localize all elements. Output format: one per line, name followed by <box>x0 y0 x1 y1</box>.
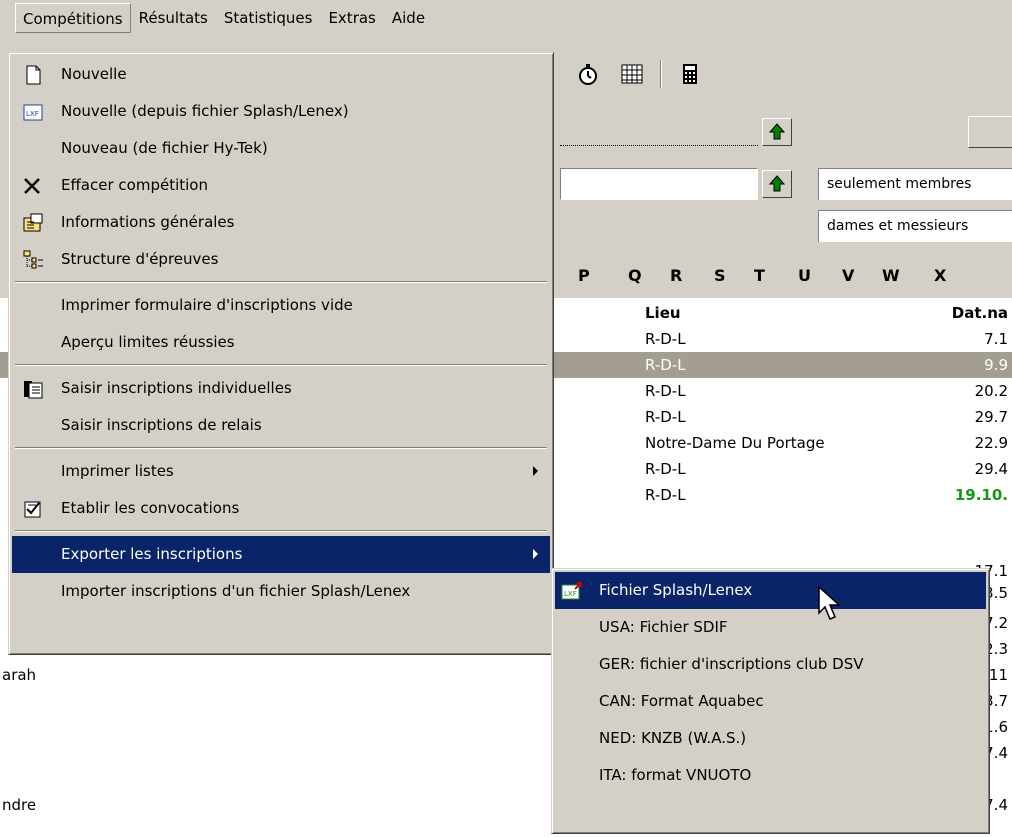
menu-item-informations[interactable]: Informations générales <box>12 204 550 241</box>
filter-up-button[interactable] <box>762 118 792 146</box>
gender-combo[interactable]: dames et messieurs <box>818 210 1012 242</box>
col-letter[interactable]: Q <box>628 266 642 285</box>
submenu-item-can-aquabec[interactable]: CAN: Format Aquabec <box>555 683 986 720</box>
menu-separator <box>12 444 550 453</box>
header-date: Dat.na <box>951 304 1008 322</box>
menubar: Compétitions Résultats Statistiques Extr… <box>0 0 1012 36</box>
col-letter[interactable]: P <box>578 266 590 285</box>
menu-aide[interactable]: Aide <box>384 3 433 33</box>
submenu-item-ned-knzb[interactable]: NED: KNZB (W.A.S.) <box>555 720 986 757</box>
submenu-item-ita-vnuoto[interactable]: ITA: format VNUOTO <box>555 757 986 794</box>
export-submenu: LXF Fichier Splash/Lenex USA: Fichier SD… <box>551 568 990 834</box>
menu-item-exporter-inscriptions[interactable]: Exporter les inscriptions <box>12 536 550 573</box>
checklist-icon <box>24 501 41 518</box>
menu-separator <box>12 361 550 370</box>
menu-item-convocations[interactable]: Etablir les convocations <box>12 490 550 527</box>
menu-item-imprimer-formulaire[interactable]: Imprimer formulaire d'inscriptions vide <box>12 287 550 324</box>
col-letter[interactable]: T <box>754 266 765 285</box>
name-filter-field[interactable] <box>560 126 758 146</box>
toolbar <box>560 54 1012 94</box>
menu-item-nouvelle-lenex[interactable]: LXF Nouvelle (depuis fichier Splash/Lene… <box>12 93 550 130</box>
col-letter[interactable]: U <box>798 266 811 285</box>
menu-separator <box>12 527 550 536</box>
submenu-item-ger-dsv[interactable]: GER: fichier d'inscriptions club DSV <box>555 646 986 683</box>
lenex-export-icon: LXF <box>561 582 582 600</box>
svg-text:LXF: LXF <box>564 590 577 598</box>
menu-competitions[interactable]: Compétitions <box>15 3 131 33</box>
submenu-item-splash-lenex[interactable]: LXF Fichier Splash/Lenex <box>555 572 986 609</box>
members-combo[interactable]: seulement membres <box>818 168 1012 200</box>
submenu-arrow-icon <box>533 549 538 559</box>
menu-extras[interactable]: Extras <box>320 3 383 33</box>
menu-item-effacer[interactable]: Effacer compétition <box>12 167 550 204</box>
submenu-item-usa-sdif[interactable]: USA: Fichier SDIF <box>555 609 986 646</box>
submenu-arrow-icon <box>533 466 538 476</box>
new-doc-icon <box>26 65 41 85</box>
club-up-button[interactable] <box>762 170 792 198</box>
tree-icon <box>23 250 43 269</box>
menu-item-importer-inscriptions[interactable]: Importer inscriptions d'un fichier Splas… <box>12 573 550 610</box>
stopwatch-icon[interactable] <box>576 62 600 86</box>
calculator-icon[interactable] <box>678 62 702 86</box>
mouse-cursor-icon <box>818 586 841 620</box>
delete-x-icon <box>24 178 40 194</box>
entries-icon <box>24 381 43 399</box>
partial-button[interactable] <box>968 116 1012 148</box>
menu-item-imprimer-listes[interactable]: Imprimer listes <box>12 453 550 490</box>
menu-item-saisir-individuelles[interactable]: Saisir inscriptions individuelles <box>12 370 550 407</box>
svg-text:LXF: LXF <box>26 110 39 118</box>
lenex-icon: LXF <box>23 104 43 121</box>
col-letter[interactable]: V <box>842 266 854 285</box>
menu-item-nouvelle[interactable]: Nouvelle <box>12 56 550 93</box>
col-letter[interactable]: S <box>714 266 726 285</box>
properties-icon <box>23 213 43 232</box>
club-filter-field[interactable] <box>560 168 758 200</box>
toolbar-separator <box>660 60 662 88</box>
menu-statistiques[interactable]: Statistiques <box>216 3 321 33</box>
menu-item-nouveau-hytek[interactable]: Nouveau (de fichier Hy-Tek) <box>12 130 550 167</box>
up-arrow-icon <box>768 175 786 192</box>
menu-item-saisir-relais[interactable]: Saisir inscriptions de relais <box>12 407 550 444</box>
competitions-menu: Nouvelle LXF Nouvelle (depuis fichier Sp… <box>8 52 554 655</box>
header-lieu: Lieu <box>645 304 681 322</box>
menu-item-structure[interactable]: Structure d'épreuves <box>12 241 550 278</box>
up-arrow-icon <box>768 123 786 140</box>
menu-item-apercu-limites[interactable]: Aperçu limites réussies <box>12 324 550 361</box>
col-letter[interactable]: R <box>670 266 682 285</box>
col-letter[interactable]: W <box>882 266 900 285</box>
menu-separator <box>12 278 550 287</box>
col-letter[interactable]: X <box>934 266 946 285</box>
grid-table-icon[interactable] <box>620 62 644 86</box>
menu-resultats[interactable]: Résultats <box>131 3 216 33</box>
